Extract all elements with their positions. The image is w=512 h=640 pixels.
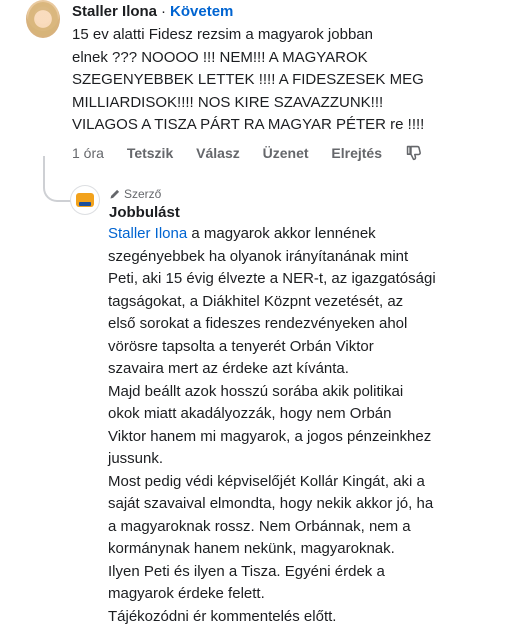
pencil-icon — [109, 187, 124, 201]
like-button[interactable]: Tetszik — [127, 144, 173, 162]
reply-text-line: Tájékozódni ér kommentelés előtt. — [108, 607, 337, 625]
reply-text-line: tagságokat, a Diákhitel Közpnt vezetését… — [108, 292, 404, 310]
reply-text-line: a magyaroknak rossz. Nem Orbánnak, nem a — [108, 517, 411, 535]
reply-text-line: magyarok érdeke felett. — [108, 585, 265, 602]
comment-text-line: MILLIARDISOK!!!! NOS KIRE SZAVAZZUNK!!! — [72, 93, 384, 111]
comment-actions: 1 óra Tetszik Válasz Üzenet Elrejtés — [72, 144, 422, 165]
reply-text-line: okok miatt akadályozzák, hogy nem Orbán — [108, 405, 392, 422]
reply-text-line: Peti, aki 15 évig élvezte a NER-t, az ig… — [108, 270, 436, 287]
thumbs-down-icon[interactable] — [405, 144, 422, 165]
comment-header: Staller Ilona · Követem — [72, 2, 233, 22]
comment-text-line: elnek ??? NOOOO !!! NEM!!! A MAGYAROK — [72, 48, 368, 66]
comment-text: 15 ev alatti Fidesz rezsim a magyarok jo… — [72, 24, 502, 137]
reply-text-line: szavaira mert az érdeke azt kívánta. — [108, 360, 349, 377]
commenter-name[interactable]: Staller Ilona — [72, 3, 157, 20]
hide-button[interactable]: Elrejtés — [331, 144, 382, 162]
comment-text-line: SZEGENYEBBEK LETTEK !!!! A FIDESZESEK ME… — [72, 71, 424, 88]
reply-text-line: első sorokat a fideszes rendezvényeken a… — [108, 315, 408, 332]
reply-text-line: Majd beállt azok hosszú sorába akik poli… — [108, 382, 404, 400]
commenter-avatar[interactable] — [26, 0, 60, 38]
reply-text-line: jussunk. — [108, 450, 164, 467]
author-badge: Szerző — [109, 186, 161, 202]
reply-avatar[interactable] — [71, 186, 99, 214]
reply-text-line: Staller Ilona a magyarok akkor lennének — [108, 223, 508, 246]
reply-text-line: Most pedig védi képviselőjét Kollár King… — [108, 472, 425, 490]
separator-dot: · — [161, 3, 167, 20]
message-button[interactable]: Üzenet — [263, 144, 309, 162]
comment-text-line: VILAGOS A TISZA PÁRT RA MAGYAR PÉTER re … — [72, 116, 425, 133]
mention-link[interactable]: Staller Ilona — [108, 225, 187, 242]
reply-button[interactable]: Válasz — [196, 144, 240, 162]
comment-text-line: 15 ev alatti Fidesz rezsim a magyarok jo… — [72, 26, 373, 43]
follow-button[interactable]: Követem — [170, 3, 233, 20]
author-badge-label: Szerző — [124, 187, 162, 201]
reply-text-line: kormánynak hanem nekünk, magyaroknak. — [108, 540, 395, 557]
reply-text-line: Ilyen Peti és ilyen a Tisza. Egyéni érde… — [108, 562, 385, 580]
reply-text-line: szegényebbek ha olyanok irányítanának mi… — [108, 247, 409, 265]
reply-text-inline: a magyarok akkor lennének — [187, 225, 376, 242]
reply-text-line: Viktor hanem mi magyarok, a jogos pénzei… — [108, 427, 432, 445]
reply-text-line: vörösre tapsolta a tenyerét Orbán Viktor — [108, 337, 374, 355]
reply-author-name[interactable]: Jobbulást — [109, 203, 180, 223]
reply-text-line: saját szavaival elmondta, hogy nekik akk… — [108, 495, 434, 512]
reply-text: Staller Ilona a magyarok akkor lennének … — [108, 223, 508, 628]
